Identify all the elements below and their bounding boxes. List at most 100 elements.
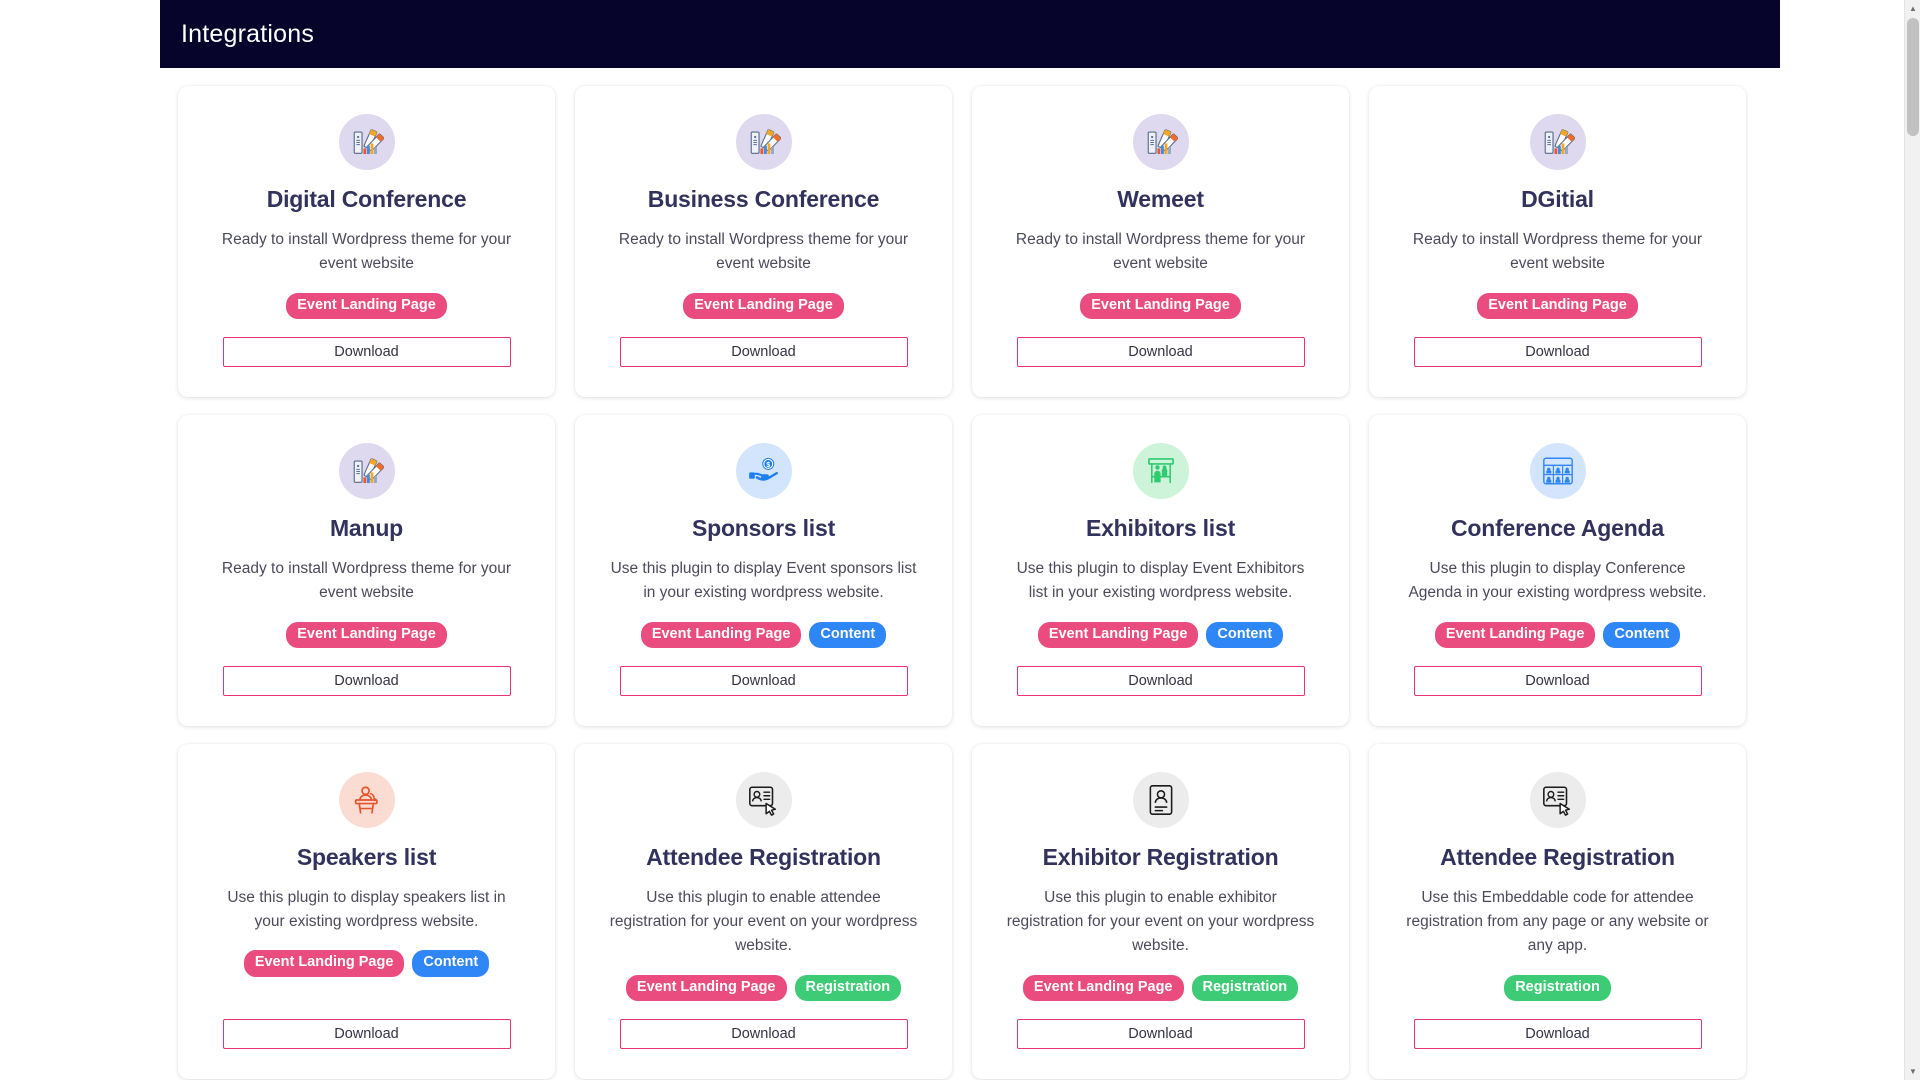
hand-holding-coin-icon: $ [748, 457, 778, 481]
agenda-people-grid-icon [1542, 457, 1573, 485]
themes-palette-icon [338, 442, 395, 499]
speaker-podium-icon [338, 771, 395, 828]
card-description: Use this Embeddable code for attendee re… [1406, 888, 1709, 955]
vertical-scrollbar[interactable]: ▲ ▼ [1904, 0, 1920, 1080]
hand-holding-coin-icon: $ [735, 442, 792, 499]
card-title: Exhibitor Registration [1042, 843, 1279, 870]
integration-card: Conference Agenda Use this plugin to dis… [1369, 414, 1746, 726]
card-badges: Event Landing Page Content [1434, 621, 1681, 648]
download-button[interactable]: Download [222, 1019, 511, 1050]
download-button[interactable]: Download [619, 665, 908, 696]
card-badges: Event Landing Page [1080, 292, 1241, 319]
card-title: Attendee Registration [1440, 843, 1675, 870]
card-title: Wemeet [1117, 186, 1204, 212]
card-badges: Event Landing Page [286, 292, 447, 319]
svg-text:$: $ [766, 461, 770, 469]
left-gutter [0, 0, 160, 1080]
registration-form-icon [1132, 771, 1189, 828]
exhibition-booth-icon [1132, 442, 1189, 499]
agenda-people-grid-icon [1529, 442, 1586, 499]
badge-landing: Event Landing Page [1434, 621, 1596, 648]
integration-card: Exhibitors list Use this plugin to displ… [972, 414, 1349, 726]
registration-badge-click-icon [1542, 786, 1570, 816]
download-button[interactable]: Download [222, 336, 511, 367]
badge-content: Content [412, 950, 490, 977]
card-description: Ready to install Wordpress theme for you… [221, 230, 512, 273]
badge-landing: Event Landing Page [1477, 292, 1638, 319]
download-button[interactable]: Download [1413, 665, 1702, 696]
page-header: Integrations [160, 0, 1780, 68]
scrollbar-up-arrow-icon[interactable]: ▲ [1905, 0, 1920, 17]
scrollbar-thumb[interactable] [1907, 18, 1919, 136]
integration-card: Digital Conference Ready to install Word… [178, 86, 555, 397]
download-button[interactable]: Download [619, 336, 908, 367]
badge-registration: Registration [1504, 974, 1611, 1002]
page-root: Integrations Digital Conference Ready to… [0, 0, 1920, 1080]
themes-palette-icon [353, 458, 384, 483]
card-title: Digital Conference [266, 186, 467, 212]
right-gutter [1780, 0, 1920, 1080]
download-button[interactable]: Download [1016, 1019, 1305, 1050]
badge-landing: Event Landing Page [286, 621, 447, 648]
speaker-podium-icon [354, 786, 378, 814]
card-title: Business Conference [647, 186, 880, 212]
integration-card: Exhibitor Registration Use this plugin t… [972, 743, 1349, 1080]
card-badges: Event Landing Page Registration [1022, 974, 1299, 1002]
card-description: Use this plugin to display Event Exhibit… [1016, 559, 1305, 602]
badge-content: Content [1206, 621, 1284, 648]
card-description: Use this plugin to enable exhibitor regi… [1006, 888, 1315, 955]
badge-landing: Event Landing Page [625, 974, 787, 1002]
page-title: Integrations [181, 19, 315, 48]
integration-card: DGitial Ready to install Wordpress theme… [1369, 86, 1746, 397]
download-button[interactable]: Download [222, 665, 511, 696]
integration-card: Wemeet Ready to install Wordpress theme … [972, 86, 1349, 397]
card-badges: Event Landing Page Content [243, 950, 490, 977]
card-title: Manup [329, 514, 404, 541]
card-badges: Event Landing Page [286, 621, 447, 648]
scrollbar-down-arrow-icon[interactable]: ▼ [1905, 1063, 1920, 1080]
badge-landing: Event Landing Page [640, 621, 802, 648]
card-badges: Event Landing Page [1477, 292, 1638, 319]
badge-landing: Event Landing Page [1022, 974, 1184, 1002]
download-button[interactable]: Download [1413, 336, 1702, 367]
download-button[interactable]: Download [1016, 336, 1305, 367]
registration-form-icon [1149, 784, 1172, 815]
badge-landing: Event Landing Page [243, 950, 405, 977]
exhibition-booth-icon [1147, 458, 1174, 484]
card-description: Use this plugin to display Event sponsor… [610, 559, 917, 602]
integration-card: Attendee Registration Use this plugin to… [575, 743, 952, 1080]
download-button[interactable]: Download [619, 1019, 908, 1050]
card-title: Speakers list [296, 843, 437, 870]
integration-card: Business Conference Ready to install Wor… [575, 86, 952, 397]
badge-registration: Registration [794, 974, 902, 1002]
integration-card: Speakers list Use this plugin to display… [178, 743, 555, 1080]
download-button[interactable]: Download [1413, 1019, 1702, 1050]
card-description: Ready to install Wordpress theme for you… [1015, 230, 1306, 273]
card-description: Ready to install Wordpress theme for you… [221, 559, 512, 602]
themes-palette-icon [353, 129, 384, 155]
card-title: Conference Agenda [1450, 514, 1664, 541]
badge-landing: Event Landing Page [286, 292, 447, 319]
card-title: Attendee Registration [646, 843, 881, 870]
integrations-grid: Digital Conference Ready to install Word… [160, 68, 1764, 1080]
card-badges: Event Landing Page Registration [625, 974, 902, 1002]
card-title: DGitial [1521, 186, 1594, 212]
card-description: Use this plugin to display speakers list… [227, 888, 506, 930]
card-badges: Event Landing Page Content [1037, 621, 1284, 648]
integration-card: Manup Ready to install Wordpress theme f… [178, 414, 555, 726]
themes-palette-icon [1147, 129, 1178, 155]
badge-landing: Event Landing Page [1080, 292, 1241, 319]
themes-palette-icon [735, 114, 792, 170]
download-button[interactable]: Download [1016, 665, 1305, 696]
themes-palette-icon [750, 129, 781, 155]
card-badges: Event Landing Page Content [640, 621, 887, 648]
integration-card: $ Sponsors list Use this plugin to displ… [575, 414, 952, 726]
registration-badge-click-icon [735, 771, 792, 828]
card-badges: Registration [1504, 974, 1611, 1002]
themes-palette-icon [1529, 114, 1586, 170]
themes-palette-icon [1544, 129, 1575, 155]
card-description: Ready to install Wordpress theme for you… [1412, 230, 1703, 273]
badge-landing: Event Landing Page [1037, 621, 1199, 648]
badge-registration: Registration [1191, 974, 1299, 1002]
card-title: Exhibitors list [1085, 514, 1236, 541]
